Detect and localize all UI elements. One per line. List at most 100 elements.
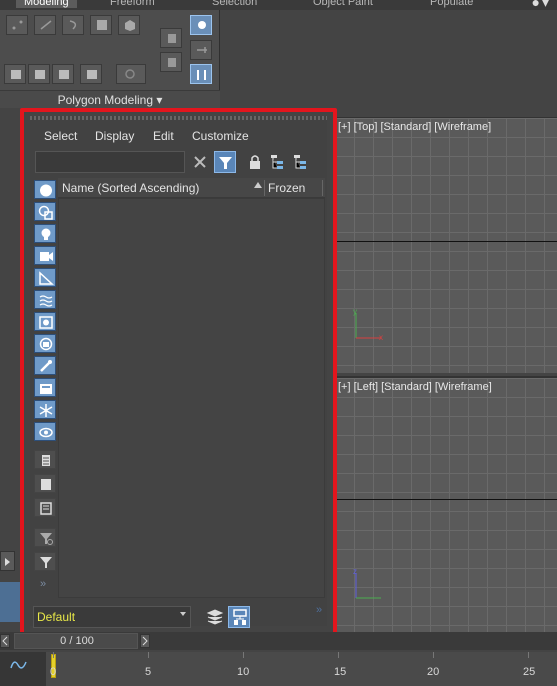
scene-explorer-body: Select Display Edit Customize » Name (So…: [30, 116, 327, 628]
expand-left-button[interactable]: [0, 551, 15, 571]
scene-explorer-panel: Select Display Edit Customize » Name (So…: [20, 108, 337, 640]
sort-ascending-icon: [254, 182, 262, 188]
tool-button-b[interactable]: [160, 52, 182, 72]
axis-line: [335, 499, 557, 500]
tick-label: 20: [427, 666, 440, 678]
vertex-mode-button[interactable]: [6, 15, 28, 35]
polygon-modeling-dropdown[interactable]: Polygon Modeling ▾: [0, 90, 220, 108]
containers-filter-icon[interactable]: [34, 378, 56, 397]
column-divider: [322, 180, 323, 196]
filter-toolbar: »: [34, 178, 58, 598]
modify-selection-button-1[interactable]: [4, 64, 26, 84]
next-frame-button[interactable]: [140, 634, 150, 648]
pin-tool-button[interactable]: [190, 40, 212, 60]
track-bar: 0 5 10 15 20 25: [0, 652, 557, 686]
time-slider-handle[interactable]: 0 / 100: [14, 633, 138, 649]
tab-populate[interactable]: Populate: [430, 0, 473, 8]
column-name[interactable]: Name (Sorted Ascending): [62, 181, 199, 195]
cameras-filter-icon[interactable]: [34, 246, 56, 265]
scene-object-list: Name (Sorted Ascending) Frozen: [58, 178, 325, 598]
light-tool-button[interactable]: [190, 15, 212, 35]
tick-label: 10: [237, 666, 250, 678]
tab-selection[interactable]: Selection: [212, 0, 257, 8]
modify-selection-button-3[interactable]: [52, 64, 74, 84]
viewport-left-label[interactable]: [+] [Left] [Standard] [Wireframe]: [338, 381, 492, 393]
border-mode-button[interactable]: [62, 15, 84, 35]
frame-counter: 0 / 100: [60, 635, 94, 647]
list-body[interactable]: [58, 198, 325, 598]
prev-frame-button[interactable]: [0, 634, 10, 648]
svg-text:x: x: [379, 333, 383, 342]
shapes-filter-icon[interactable]: [34, 202, 56, 221]
clear-search-icon[interactable]: [189, 151, 211, 173]
tab-freeform[interactable]: Freeform: [110, 0, 155, 8]
modify-selection-button-4[interactable]: [80, 64, 102, 84]
filter-toggle-icon[interactable]: [214, 151, 236, 173]
command-panel-stub: [0, 582, 20, 622]
frozen-filter-icon[interactable]: [34, 400, 56, 419]
hierarchy-expand-icon[interactable]: [267, 151, 289, 173]
lock-icon[interactable]: [244, 151, 266, 173]
shrink-grow-button[interactable]: [116, 64, 146, 84]
scene-explorer-menu: Select Display Edit Customize: [30, 126, 327, 148]
sort-by-layer-icon[interactable]: [204, 606, 226, 628]
panel-title: Polygon Modeling: [57, 93, 154, 107]
tool-button-a[interactable]: [160, 28, 182, 48]
column-frozen[interactable]: Frozen: [268, 181, 305, 195]
edge-mode-button[interactable]: [34, 15, 56, 35]
tab-modeling[interactable]: Modeling: [16, 0, 77, 8]
viewport-top[interactable]: [+] [Top] [Standard] [Wireframe] y x: [335, 117, 557, 373]
helpers-filter-icon[interactable]: [34, 268, 56, 287]
lights-filter-icon[interactable]: [34, 224, 56, 243]
hierarchy-collapse-icon[interactable]: [290, 151, 312, 173]
tick-label: 25: [523, 666, 536, 678]
time-slider: 0 / 100: [0, 632, 557, 650]
search-input[interactable]: [35, 151, 185, 173]
geometry-filter-icon[interactable]: [34, 180, 56, 199]
xrefs-filter-icon[interactable]: [34, 334, 56, 353]
menu-select[interactable]: Select: [44, 129, 77, 143]
curve-editor-icon[interactable]: [10, 658, 28, 672]
footer-more-icon[interactable]: »: [316, 604, 322, 616]
tick-label: 0: [50, 666, 57, 678]
viewport-top-label[interactable]: [+] [Top] [Standard] [Wireframe]: [338, 121, 491, 133]
scene-explorer-footer: Default »: [30, 604, 327, 630]
track-area[interactable]: 0 5 10 15 20 25: [46, 652, 557, 686]
menu-edit[interactable]: Edit: [153, 129, 174, 143]
axis-tripod-icon: y x: [353, 308, 383, 342]
bones-filter-icon[interactable]: [34, 356, 56, 375]
groups-filter-icon[interactable]: [34, 312, 56, 331]
menu-display[interactable]: Display: [95, 129, 134, 143]
hidden-filter-icon[interactable]: [34, 422, 56, 441]
panel-grip[interactable]: [30, 116, 327, 120]
svg-text:z: z: [353, 568, 357, 576]
filter-settings-icon[interactable]: [34, 528, 56, 547]
invert-display-icon[interactable]: [34, 498, 56, 517]
space-warps-filter-icon[interactable]: [34, 290, 56, 309]
layer-value: Default: [37, 610, 76, 624]
display-none-icon[interactable]: [34, 474, 56, 493]
modify-selection-button-2[interactable]: [28, 64, 50, 84]
filter-icon[interactable]: [34, 552, 56, 571]
tick-label: 15: [334, 666, 347, 678]
chevron-down-icon: ▾: [156, 93, 163, 107]
chevron-down-icon: [180, 612, 186, 616]
element-mode-button[interactable]: [118, 15, 140, 35]
list-header: Name (Sorted Ascending) Frozen: [58, 178, 325, 198]
viewport-left[interactable]: [+] [Left] [Standard] [Wireframe] z: [335, 376, 557, 632]
svg-text:y: y: [353, 308, 357, 316]
layer-dropdown[interactable]: Default: [33, 606, 191, 628]
ribbon-empty-area: [220, 10, 557, 110]
column-divider: [264, 180, 265, 196]
toolbar-more-icon[interactable]: »: [40, 578, 46, 590]
axis-line: [335, 241, 557, 242]
axis-tripod-icon: z: [353, 568, 381, 599]
tab-object-paint[interactable]: Object Paint: [313, 0, 373, 8]
polygon-mode-button[interactable]: [90, 15, 112, 35]
tick-label: 5: [145, 666, 152, 678]
display-all-icon[interactable]: [34, 450, 56, 469]
pinch-tool-button[interactable]: [190, 64, 212, 84]
menu-customize[interactable]: Customize: [192, 129, 249, 143]
sort-by-hierarchy-icon[interactable]: [228, 606, 250, 628]
ribbon-tab-bar: Modeling Freeform Selection Object Paint…: [0, 0, 557, 10]
